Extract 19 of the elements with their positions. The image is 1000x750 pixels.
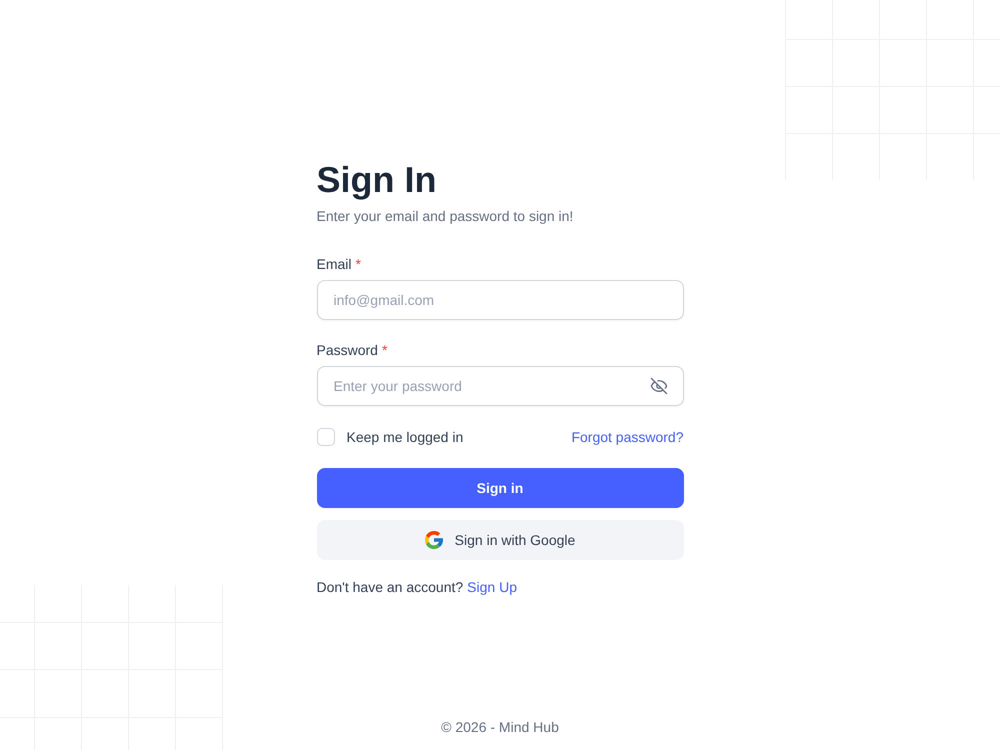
sign-in-button[interactable]: Sign in	[316, 468, 684, 508]
field-label: Password	[316, 341, 378, 360]
checkbox[interactable]	[316, 428, 334, 446]
eye-slash-icon	[650, 377, 668, 395]
email-field[interactable]: info@gmail.com	[316, 280, 684, 320]
password-field[interactable]: Enter your password	[316, 366, 684, 406]
page-title: Sign In	[316, 160, 436, 200]
google-sign-in-button[interactable]: Sign in with Google	[316, 520, 684, 560]
field-label: Email	[316, 255, 352, 274]
footer-copyright: © 2026 - Mind Hub	[441, 718, 559, 737]
forgot-password-link[interactable]: Forgot password?	[571, 427, 684, 447]
signup-prompt: Don't have an account?	[316, 578, 464, 597]
google-g-icon	[424, 531, 443, 549]
required-asterisk: *	[382, 341, 388, 360]
checkbox-label: Keep me logged in	[346, 428, 464, 447]
page-subtitle: Enter your email and password to sign in!	[316, 207, 574, 226]
sign-up-link[interactable]: Sign Up	[467, 577, 517, 597]
required-asterisk: *	[356, 255, 361, 274]
show-password-button[interactable]	[650, 377, 668, 395]
